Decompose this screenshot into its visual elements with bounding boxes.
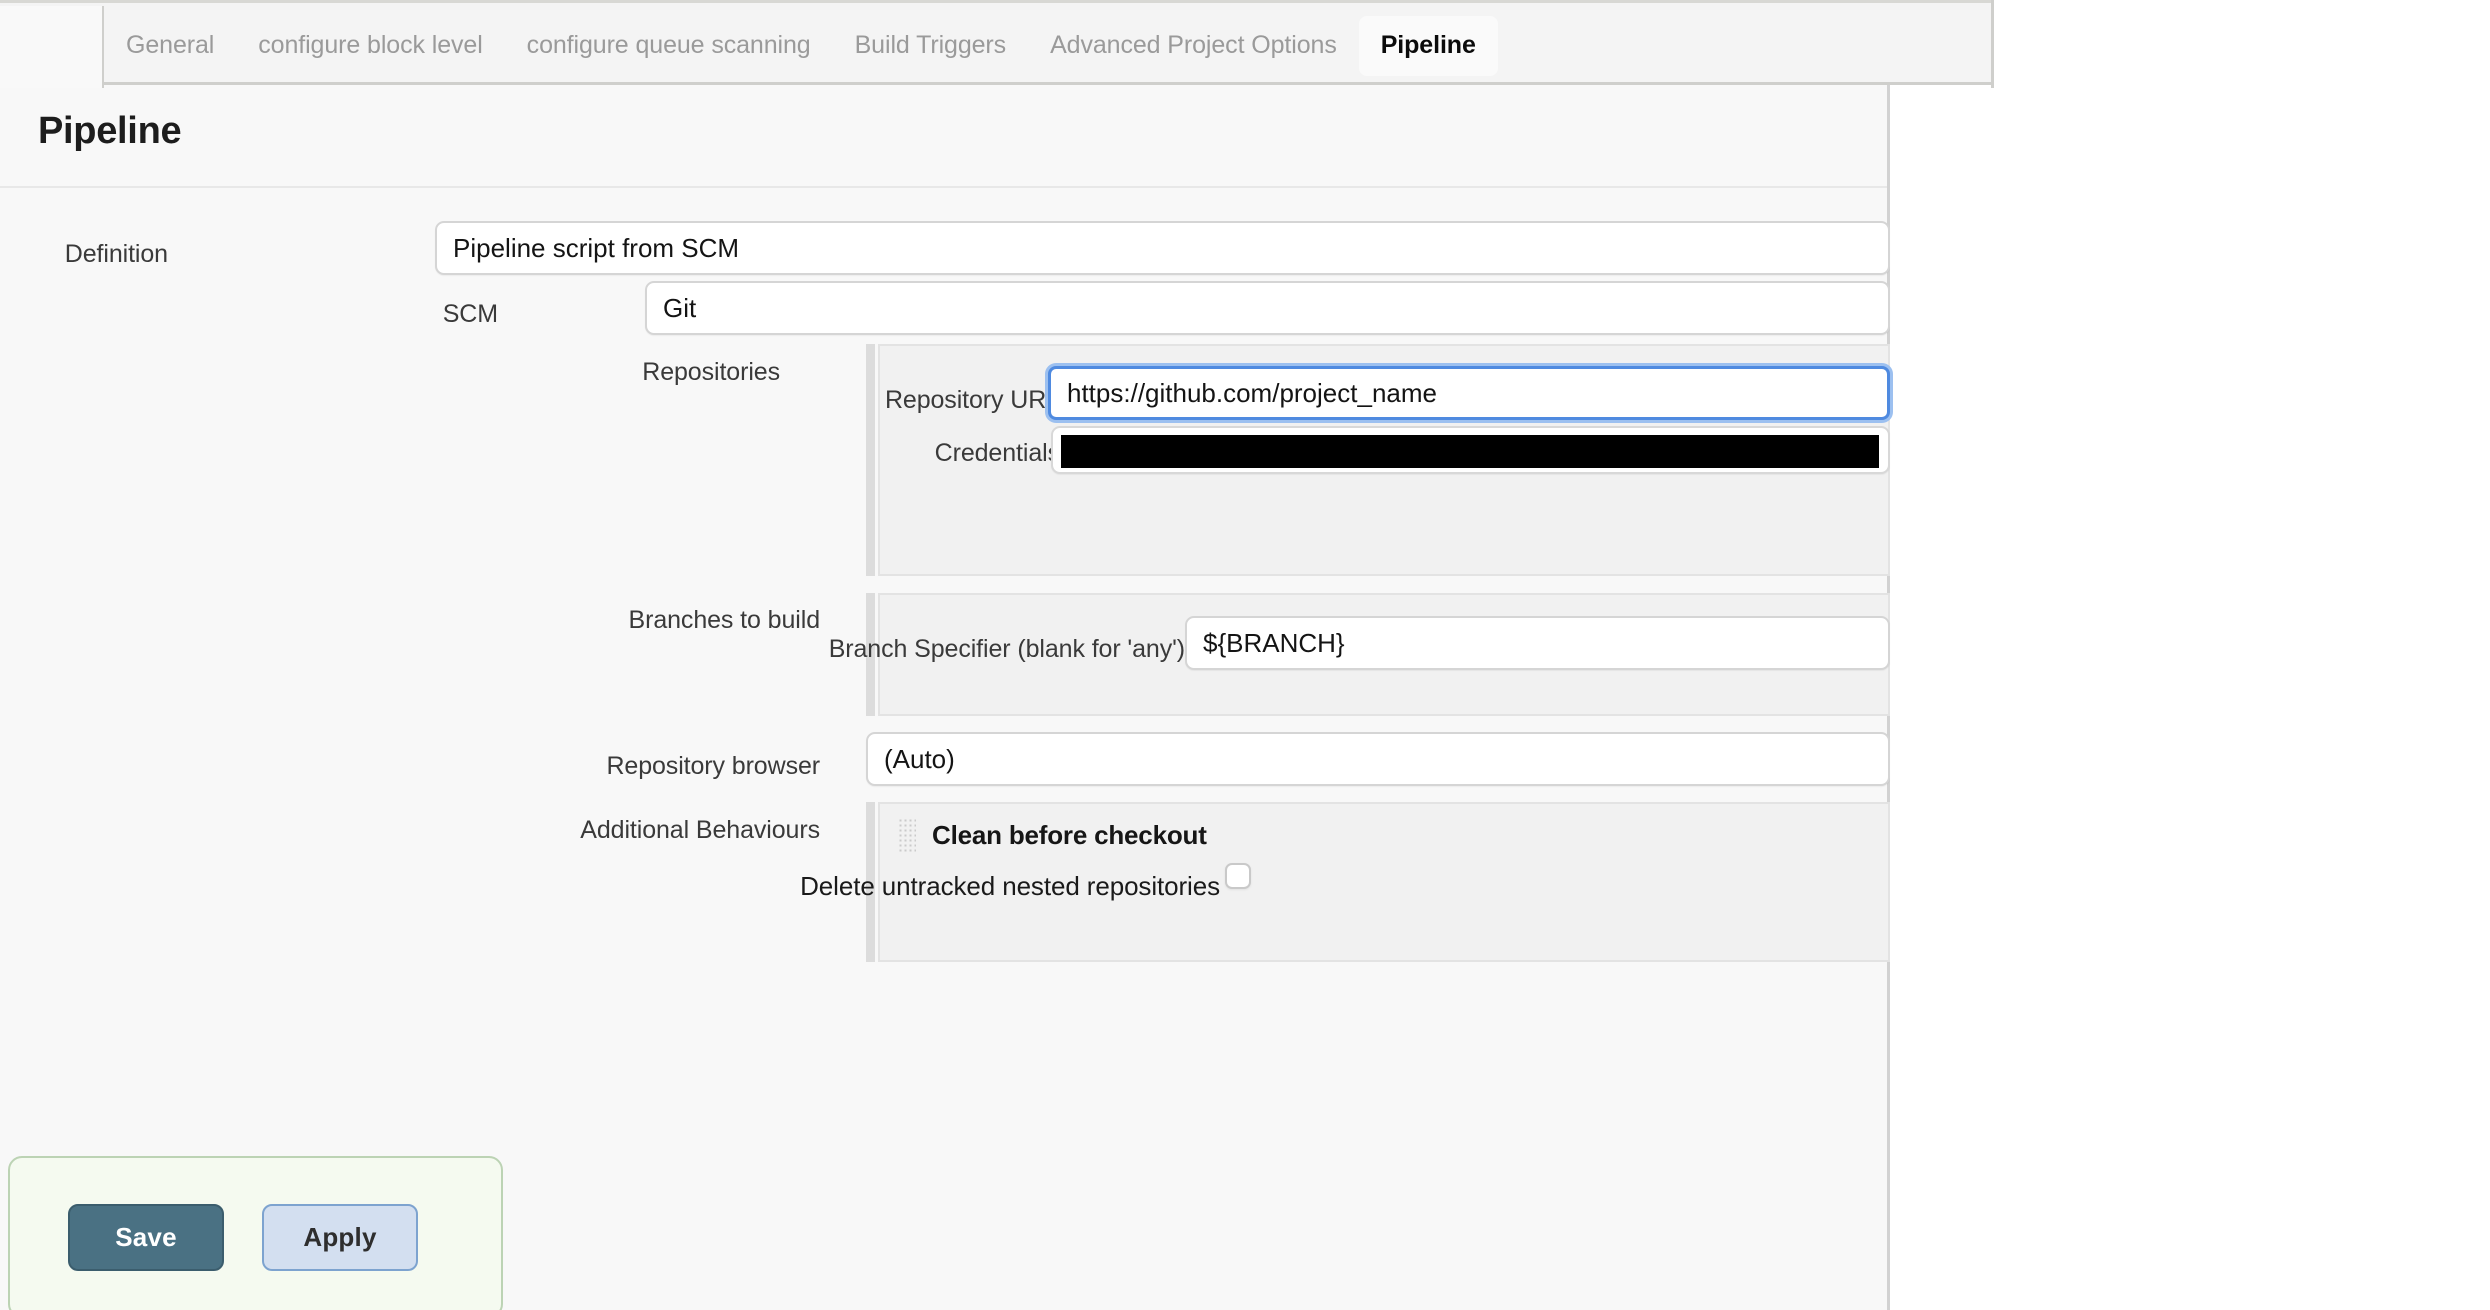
- save-button[interactable]: Save: [68, 1203, 224, 1271]
- repository-browser-select[interactable]: (Auto): [866, 732, 1890, 786]
- delete-untracked-checkbox[interactable]: [1225, 863, 1251, 889]
- tab-advanced-project-options[interactable]: Advanced Project Options: [1028, 16, 1359, 76]
- definition-label: Definition: [64, 240, 168, 268]
- definition-select[interactable]: Pipeline script from SCM: [435, 221, 1890, 275]
- behaviour-header: Clean before checkout: [898, 818, 1207, 852]
- scm-select[interactable]: Git: [645, 281, 1890, 335]
- branches-to-build-label: Branches to build: [628, 606, 821, 634]
- drag-handle-icon[interactable]: [898, 818, 916, 852]
- tab-bar-left-spacer: [0, 6, 104, 88]
- scm-label: SCM: [442, 300, 498, 328]
- repositories-label: Repositories: [642, 358, 780, 386]
- config-tab-bar: General configure block level configure …: [0, 0, 1993, 88]
- apply-button[interactable]: Apply: [262, 1203, 418, 1271]
- page-title: Pipeline: [38, 110, 182, 152]
- delete-untracked-label: Delete untracked nested repositories: [800, 871, 1220, 901]
- tab-list: General configure block level configure …: [104, 6, 1498, 85]
- form-action-bar: Save Apply: [8, 1156, 503, 1310]
- title-divider: [0, 186, 1887, 188]
- behaviour-title: Clean before checkout: [932, 819, 1207, 850]
- tab-configure-queue-scanning[interactable]: configure queue scanning: [505, 16, 833, 76]
- pipeline-config-page: General configure block level configure …: [0, 0, 2490, 1310]
- tab-configure-block-level[interactable]: configure block level: [236, 16, 504, 76]
- tab-build-triggers[interactable]: Build Triggers: [833, 16, 1028, 76]
- right-empty-region: [1893, 0, 2490, 1310]
- repository-url-input[interactable]: https://github.com/project_name: [1048, 366, 1890, 420]
- branch-specifier-label: Branch Specifier (blank for 'any'): [828, 635, 1185, 663]
- credentials-label: Credentials: [934, 439, 1060, 467]
- tab-pipeline[interactable]: Pipeline: [1358, 15, 1498, 76]
- tab-bar-right-border: [1991, 0, 1994, 88]
- credentials-redaction: [1061, 435, 1879, 468]
- credentials-select[interactable]: [1051, 426, 1890, 474]
- pipeline-form: Pipeline Definition Pipeline script from…: [0, 88, 1890, 962]
- repository-url-label: Repository URL: [884, 386, 1060, 414]
- additional-behaviours-label: Additional Behaviours: [580, 816, 820, 844]
- repository-browser-label: Repository browser: [606, 752, 820, 780]
- branch-specifier-input[interactable]: ${BRANCH}: [1185, 616, 1890, 670]
- tab-general[interactable]: General: [104, 16, 236, 76]
